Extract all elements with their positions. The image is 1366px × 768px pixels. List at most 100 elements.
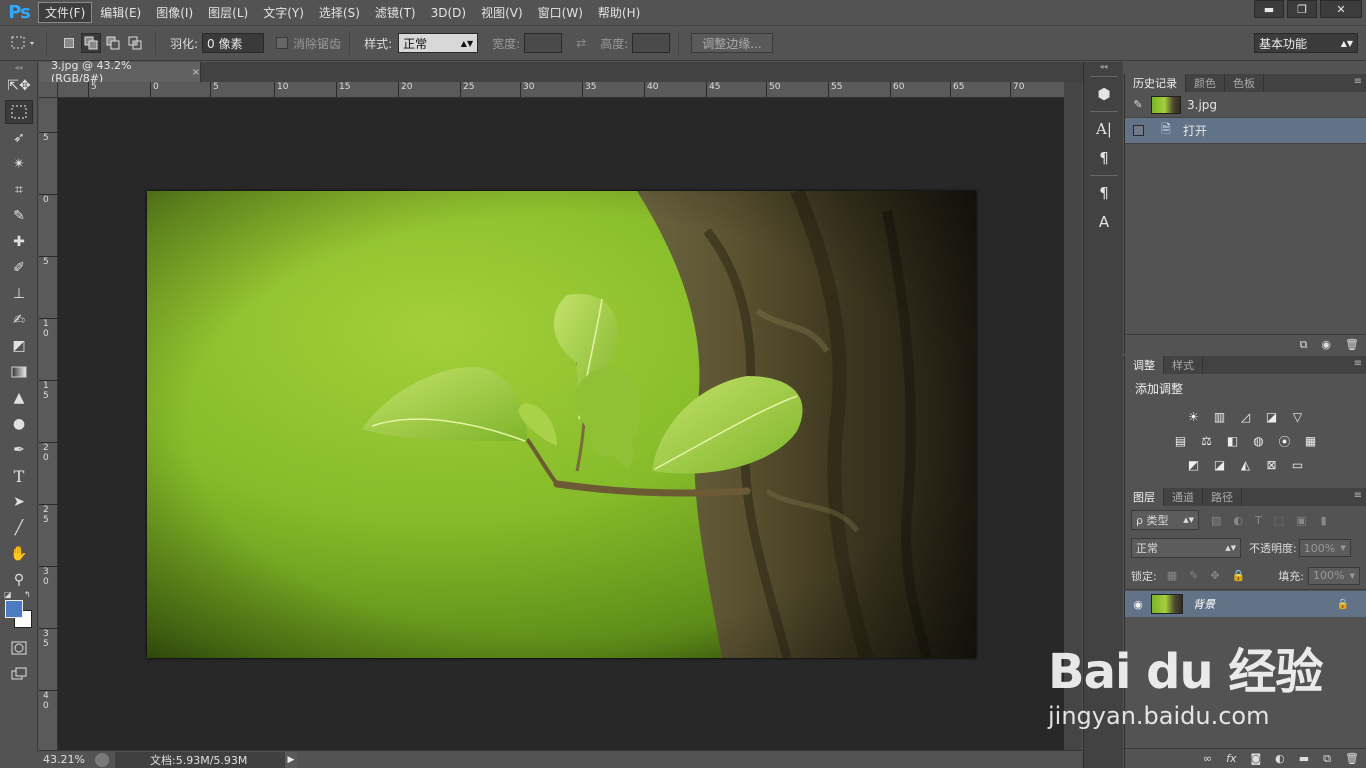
tab-adjustments[interactable]: 调整	[1125, 356, 1164, 374]
color-lookup-icon[interactable]: ▦	[1300, 432, 1322, 450]
document-image[interactable]	[147, 191, 976, 658]
type-tool[interactable]: T	[5, 464, 33, 488]
menu-help[interactable]: 帮助(H)	[591, 2, 647, 23]
status-menu-arrow-icon[interactable]: ▶	[285, 751, 297, 768]
filter-toggle-icon[interactable]: ▮	[1321, 514, 1327, 527]
invert-icon[interactable]: ◩	[1183, 456, 1205, 474]
filter-type-icon[interactable]: T	[1255, 514, 1262, 527]
marquee-tool[interactable]	[5, 100, 33, 124]
history-brush-tool[interactable]: ✍	[5, 308, 33, 332]
camera-icon[interactable]: ◉	[1321, 338, 1331, 351]
menu-filter[interactable]: 滤镜(T)	[368, 2, 423, 23]
zoom-level[interactable]: 43.21%	[39, 751, 89, 768]
adjustment-icon[interactable]: ◐	[1275, 752, 1285, 765]
width-input[interactable]	[524, 33, 563, 53]
brightness-contrast-icon[interactable]: ☀	[1183, 408, 1205, 426]
dock-character-styles-button[interactable]: A	[1089, 209, 1119, 235]
dock-collapse-icon[interactable]: ◂◂	[1084, 62, 1123, 72]
filter-pixel-icon[interactable]: ▨	[1211, 514, 1221, 527]
subtract-selection-button[interactable]	[103, 33, 123, 53]
trash-icon[interactable]: 🗑	[1345, 338, 1359, 351]
new-selection-button[interactable]	[59, 33, 79, 53]
layer-name[interactable]: 背景	[1193, 596, 1215, 612]
color-balance-icon[interactable]: ⚖	[1196, 432, 1218, 450]
history-step[interactable]: 🗎 打开	[1125, 118, 1366, 144]
lock-all-icon[interactable]: 🔒	[1232, 569, 1246, 582]
panel-menu-icon[interactable]: ≡	[1354, 490, 1362, 501]
path-select-tool[interactable]: ➤	[5, 490, 33, 514]
healing-brush-tool[interactable]: ✚	[5, 230, 33, 254]
menu-layer[interactable]: 图层(L)	[201, 2, 255, 23]
add-selection-button[interactable]	[81, 33, 101, 53]
black-white-icon[interactable]: ◧	[1222, 432, 1244, 450]
channel-mixer-icon[interactable]: ⦿	[1274, 432, 1296, 450]
mask-icon[interactable]: ◙	[1250, 752, 1261, 765]
tab-styles[interactable]: 样式	[1164, 356, 1203, 374]
dock-3d-button[interactable]: ⬢	[1089, 81, 1119, 107]
clone-stamp-tool[interactable]: ⊥	[5, 282, 33, 306]
foreground-color-swatch[interactable]	[5, 600, 23, 618]
menu-file[interactable]: 文件(F)	[38, 2, 93, 23]
swap-colors-icon[interactable]: ↰	[24, 590, 31, 599]
feather-input[interactable]: 0 像素	[202, 33, 265, 53]
hue-saturation-icon[interactable]: ▤	[1170, 432, 1192, 450]
new-layer-icon[interactable]: ⧉	[1323, 752, 1331, 766]
magic-wand-tool[interactable]: ✴	[5, 152, 33, 176]
trash-icon[interactable]: 🗑	[1345, 752, 1359, 765]
menu-view[interactable]: 视图(V)	[474, 2, 530, 23]
height-input[interactable]	[632, 33, 671, 53]
opacity-input[interactable]: 100% ▼	[1298, 539, 1351, 557]
menu-window[interactable]: 窗口(W)	[531, 2, 590, 23]
minimize-button[interactable]: ▬	[1254, 0, 1284, 18]
restore-button[interactable]: ❐	[1287, 0, 1317, 18]
close-tab-icon[interactable]: ×	[192, 67, 200, 78]
dock-character-button[interactable]: A|	[1089, 116, 1119, 142]
menu-type[interactable]: 文字(Y)	[256, 2, 311, 23]
eraser-tool[interactable]: ◩	[5, 334, 33, 358]
levels-icon[interactable]: ▥	[1209, 408, 1231, 426]
document-tab[interactable]: 3.jpg @ 43.2%(RGB/8#) ×	[39, 59, 201, 85]
workspace-select[interactable]: 基本功能 ▲▼	[1254, 33, 1358, 53]
tab-color[interactable]: 颜色	[1186, 74, 1225, 92]
tab-history[interactable]: 历史记录	[1125, 74, 1186, 92]
intersect-selection-button[interactable]	[125, 33, 145, 53]
gradient-map-icon[interactable]: ▭	[1287, 456, 1309, 474]
canvas-area[interactable]	[58, 98, 1064, 750]
new-document-from-state-icon[interactable]: ⧉	[1300, 338, 1308, 352]
tab-layers[interactable]: 图层	[1125, 488, 1164, 506]
swap-icon[interactable]: ⇄	[576, 36, 586, 50]
vertical-scrollbar[interactable]	[1064, 82, 1082, 750]
panel-menu-icon[interactable]: ≡	[1354, 358, 1362, 369]
filter-adjustment-icon[interactable]: ◐	[1233, 514, 1243, 527]
panel-menu-icon[interactable]: ≡	[1354, 76, 1362, 87]
style-select[interactable]: 正常 ▲▼	[398, 33, 479, 53]
history-snapshot[interactable]: ✎ 3.jpg	[1125, 92, 1366, 118]
status-info-icon[interactable]	[95, 752, 109, 767]
tab-paths[interactable]: 路径	[1203, 488, 1242, 506]
lock-paint-icon[interactable]: ✎	[1189, 569, 1198, 582]
default-colors-icon[interactable]: ◪	[4, 590, 12, 599]
zoom-tool[interactable]: ⚲	[5, 568, 33, 592]
horizontal-ruler[interactable]: 5 0 5 10 15 20 25 30 35 40 45 50 55 60 65 70	[58, 82, 1064, 98]
eye-icon[interactable]: ◉	[1125, 598, 1151, 611]
lock-position-icon[interactable]: ✥	[1210, 569, 1219, 582]
close-button[interactable]: ✕	[1320, 0, 1362, 18]
move-tool[interactable]: ⇱✥	[5, 74, 33, 98]
blur-tool[interactable]: ▲	[5, 386, 33, 410]
gradient-tool[interactable]	[5, 360, 33, 384]
screen-mode-button[interactable]	[5, 662, 33, 686]
menu-image[interactable]: 图像(I)	[149, 2, 200, 23]
photo-filter-icon[interactable]: ◍	[1248, 432, 1270, 450]
hand-tool[interactable]: ✋	[5, 542, 33, 566]
pen-tool[interactable]: ✒	[5, 438, 33, 462]
exposure-icon[interactable]: ◪	[1261, 408, 1283, 426]
curves-icon[interactable]: ◿	[1235, 408, 1257, 426]
filter-shape-icon[interactable]: ⬚	[1274, 514, 1284, 527]
vibrance-icon[interactable]: ▽	[1287, 408, 1309, 426]
fx-icon[interactable]: fx	[1226, 752, 1236, 765]
posterize-icon[interactable]: ◪	[1209, 456, 1231, 474]
ruler-origin[interactable]	[39, 82, 58, 98]
tab-channels[interactable]: 通道	[1164, 488, 1203, 506]
selective-color-icon[interactable]: ⊠	[1261, 456, 1283, 474]
refine-edge-button[interactable]: 调整边缘...	[691, 33, 773, 53]
